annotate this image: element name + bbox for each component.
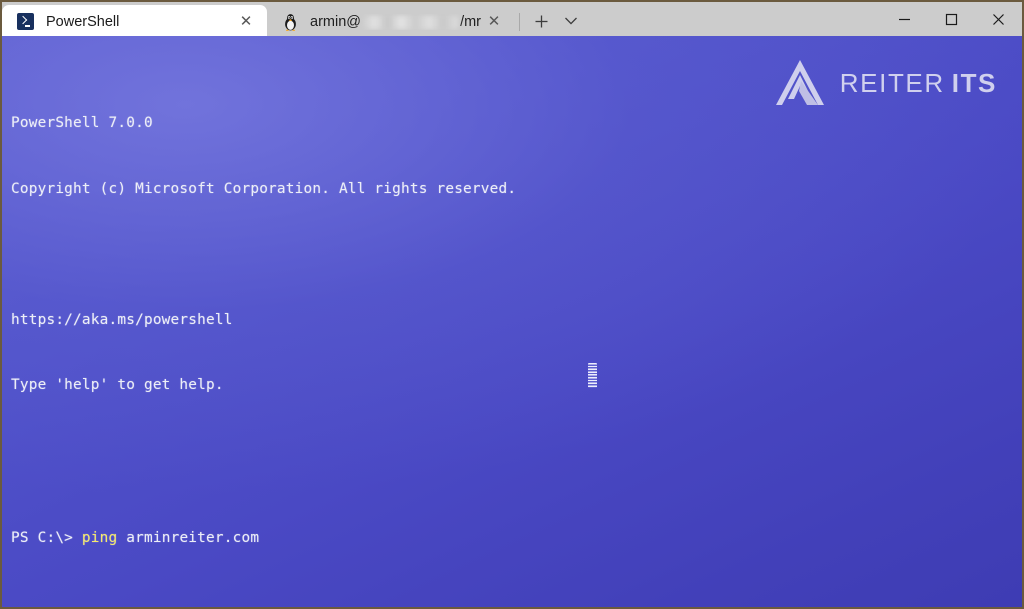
tab-wsl[interactable]: armin@ /mr ✕ bbox=[267, 5, 515, 38]
reiter-its-logo-icon bbox=[774, 58, 826, 108]
tab-powershell[interactable]: PowerShell ✕ bbox=[2, 5, 267, 38]
tab-divider bbox=[519, 13, 520, 31]
tab-powershell-close-icon[interactable]: ✕ bbox=[233, 9, 259, 35]
mouse-ibeam-pointer bbox=[588, 363, 597, 388]
window-controls bbox=[881, 2, 1022, 36]
powershell-icon bbox=[16, 13, 34, 31]
terminal-command-line: PS C:\> ping arminreiter.com bbox=[11, 528, 561, 550]
tab-strip: PowerShell ✕ armin@ /mr ✕ bbox=[2, 2, 586, 38]
tab-wsl-close-icon[interactable]: ✕ bbox=[481, 9, 507, 35]
tab-wsl-hostname-redacted bbox=[362, 16, 459, 29]
chevron-down-icon[interactable] bbox=[556, 6, 586, 36]
minimize-button[interactable] bbox=[881, 2, 928, 36]
logo-word-reiter: REITER bbox=[839, 67, 945, 98]
terminal-output: PowerShell 7.0.0 Copyright (c) Microsoft… bbox=[2, 36, 561, 607]
terminal-line-url: https://aka.ms/powershell bbox=[11, 311, 233, 328]
terminal-line: Copyright (c) Microsoft Corporation. All… bbox=[11, 180, 517, 197]
new-tab-button[interactable] bbox=[526, 6, 556, 36]
logo-word-its: ITS bbox=[951, 67, 997, 98]
command-keyword: ping bbox=[81, 529, 118, 546]
linux-penguin-icon bbox=[281, 13, 299, 31]
close-button[interactable] bbox=[975, 2, 1022, 36]
terminal-line: Type 'help' to get help. bbox=[11, 376, 224, 393]
tab-powershell-label: PowerShell bbox=[46, 13, 120, 30]
title-bar: PowerShell ✕ armin@ /mr ✕ bbox=[2, 2, 1022, 38]
terminal-pane[interactable]: PowerShell 7.0.0 Copyright (c) Microsoft… bbox=[2, 36, 1022, 607]
terminal-window: PowerShell ✕ armin@ /mr ✕ PowerShell 7.0… bbox=[0, 0, 1024, 609]
tab-wsl-user: armin@ bbox=[310, 13, 361, 30]
reiter-its-logo: REITER ITS bbox=[774, 58, 997, 108]
maximize-button[interactable] bbox=[928, 2, 975, 36]
tab-wsl-label: armin@ /mr bbox=[310, 14, 481, 30]
command-argument: arminreiter.com bbox=[117, 529, 260, 546]
prompt-text: PS C:\> bbox=[11, 529, 82, 546]
reiter-its-logo-text: REITER ITS bbox=[840, 68, 997, 99]
tab-wsl-path: /mr bbox=[460, 13, 481, 30]
terminal-line: PowerShell 7.0.0 bbox=[11, 115, 153, 132]
